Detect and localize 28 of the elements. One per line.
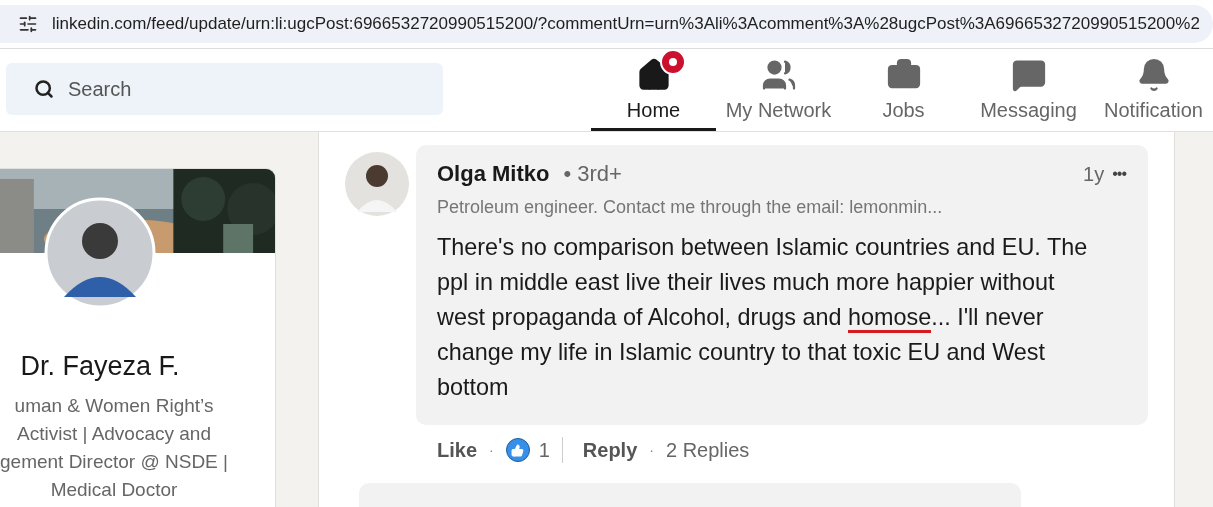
- author-headline: Petroleum engineer. Contact me through the email: lemonmin...: [437, 197, 944, 218]
- separator-dot: ·: [649, 442, 654, 458]
- profile-headline: gement Director @ NSDE |: [0, 450, 228, 474]
- profile-avatar[interactable]: [44, 197, 156, 309]
- search-field[interactable]: Search: [6, 63, 443, 115]
- comment-text: There's no comparison between Islamic countries and EU. The ppl in middle east live their lives much more happier without west propaganda of Alcohol, drugs and homose... I'll never change my life in Islamic country to that toxic EU and West bottom: [437, 233, 1089, 402]
- nav-tab[interactable]: Messaging: [966, 49, 1091, 131]
- site-settings-icon[interactable]: [18, 14, 38, 34]
- profile-headline: Medical Doctor: [50, 478, 178, 502]
- nav-tab[interactable]: Notification: [1091, 49, 1213, 131]
- connection-degree: • 3rd+: [563, 161, 622, 187]
- reaction-count[interactable]: 1: [538, 438, 550, 462]
- separator-dot: ·: [489, 442, 494, 458]
- like-reaction-icon: [505, 438, 530, 462]
- search-icon: [34, 79, 54, 99]
- profile-headline: uman & Women Right’s: [14, 394, 214, 418]
- profile-headline: Activist | Advocacy and: [17, 422, 211, 446]
- replies-link[interactable]: 2 Replies: [665, 438, 750, 462]
- author-name[interactable]: Olga Mitko: [437, 161, 550, 187]
- profile-name[interactable]: Dr. Fayeza F.: [20, 351, 180, 382]
- commenter-avatar[interactable]: [345, 152, 409, 216]
- reply-button[interactable]: Reply: [582, 438, 638, 462]
- like-button[interactable]: Like: [437, 438, 478, 462]
- nav-tab[interactable]: Jobs: [841, 49, 966, 131]
- messaging-icon: [1010, 57, 1047, 93]
- comment-time: 1y: [1083, 162, 1105, 186]
- nav-tab[interactable]: My Network: [716, 49, 841, 131]
- more-button[interactable]: •••: [1112, 165, 1126, 183]
